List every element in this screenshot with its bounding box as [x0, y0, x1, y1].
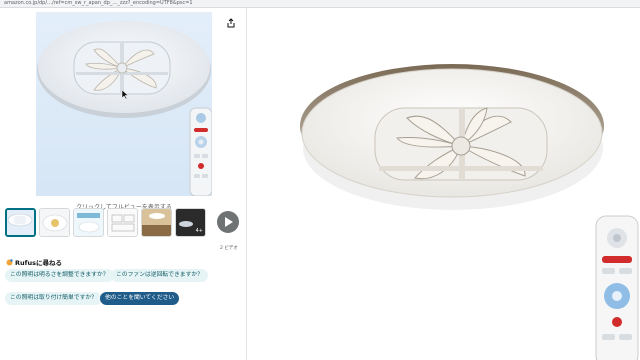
thumbnail-strip: 4+: [5, 208, 245, 240]
thumbnail-fan-icon: [7, 210, 34, 235]
rufus-heading: Rufusに尋ねる: [6, 257, 62, 267]
thumbnail-6[interactable]: 4+: [175, 208, 206, 237]
sparkle-icon: [6, 258, 13, 265]
thumbnail-1[interactable]: [5, 208, 36, 237]
rufus-question-1[interactable]: この照明は明るさを調整できますか？: [5, 269, 114, 282]
zoomed-remote-control: [595, 215, 639, 360]
thumbnail-4[interactable]: [107, 208, 138, 237]
thumbnail-diagram-icon: [108, 209, 137, 236]
more-images-badge: 4+: [195, 228, 203, 234]
thumbnail-info-icon: [74, 209, 103, 236]
thumbnail-detail-icon: [40, 209, 69, 236]
thumbnail-room-icon: [142, 209, 171, 236]
browser-address-bar[interactable]: amazon.co.jp/dp/…/ref=cm_sw_r_apan_dp_…_…: [0, 0, 640, 8]
rufus-question-2[interactable]: このファンは逆回転できますか？: [111, 269, 208, 282]
thumbnail-5[interactable]: [141, 208, 172, 237]
product-gallery: クリックしてフルビューを表示する: [0, 8, 246, 360]
thumbnail-3[interactable]: [73, 208, 104, 237]
thumbnail-2[interactable]: [39, 208, 70, 237]
zoomed-ceiling-fan-illustration: [300, 64, 639, 360]
share-icon: [227, 18, 235, 28]
video-thumbnail[interactable]: [212, 208, 245, 237]
video-count-label: 2 ビデオ: [220, 246, 238, 251]
url-text: amazon.co.jp/dp/…/ref=cm_sw_r_apan_dp_…_…: [4, 0, 193, 6]
main-product-image[interactable]: [36, 12, 212, 196]
ceiling-fan-light-illustration: [37, 21, 212, 196]
play-icon: [217, 211, 239, 233]
rufus-title: Rufusに尋ねる: [15, 259, 62, 267]
rufus-question-3[interactable]: この照明は取り付け簡単ですか？: [5, 292, 102, 305]
ask-something-else-button[interactable]: 他のことを聞いてください: [100, 292, 180, 305]
zoomed-image-viewer[interactable]: [247, 8, 640, 360]
remote-control: [189, 107, 212, 196]
share-button[interactable]: [224, 16, 238, 30]
